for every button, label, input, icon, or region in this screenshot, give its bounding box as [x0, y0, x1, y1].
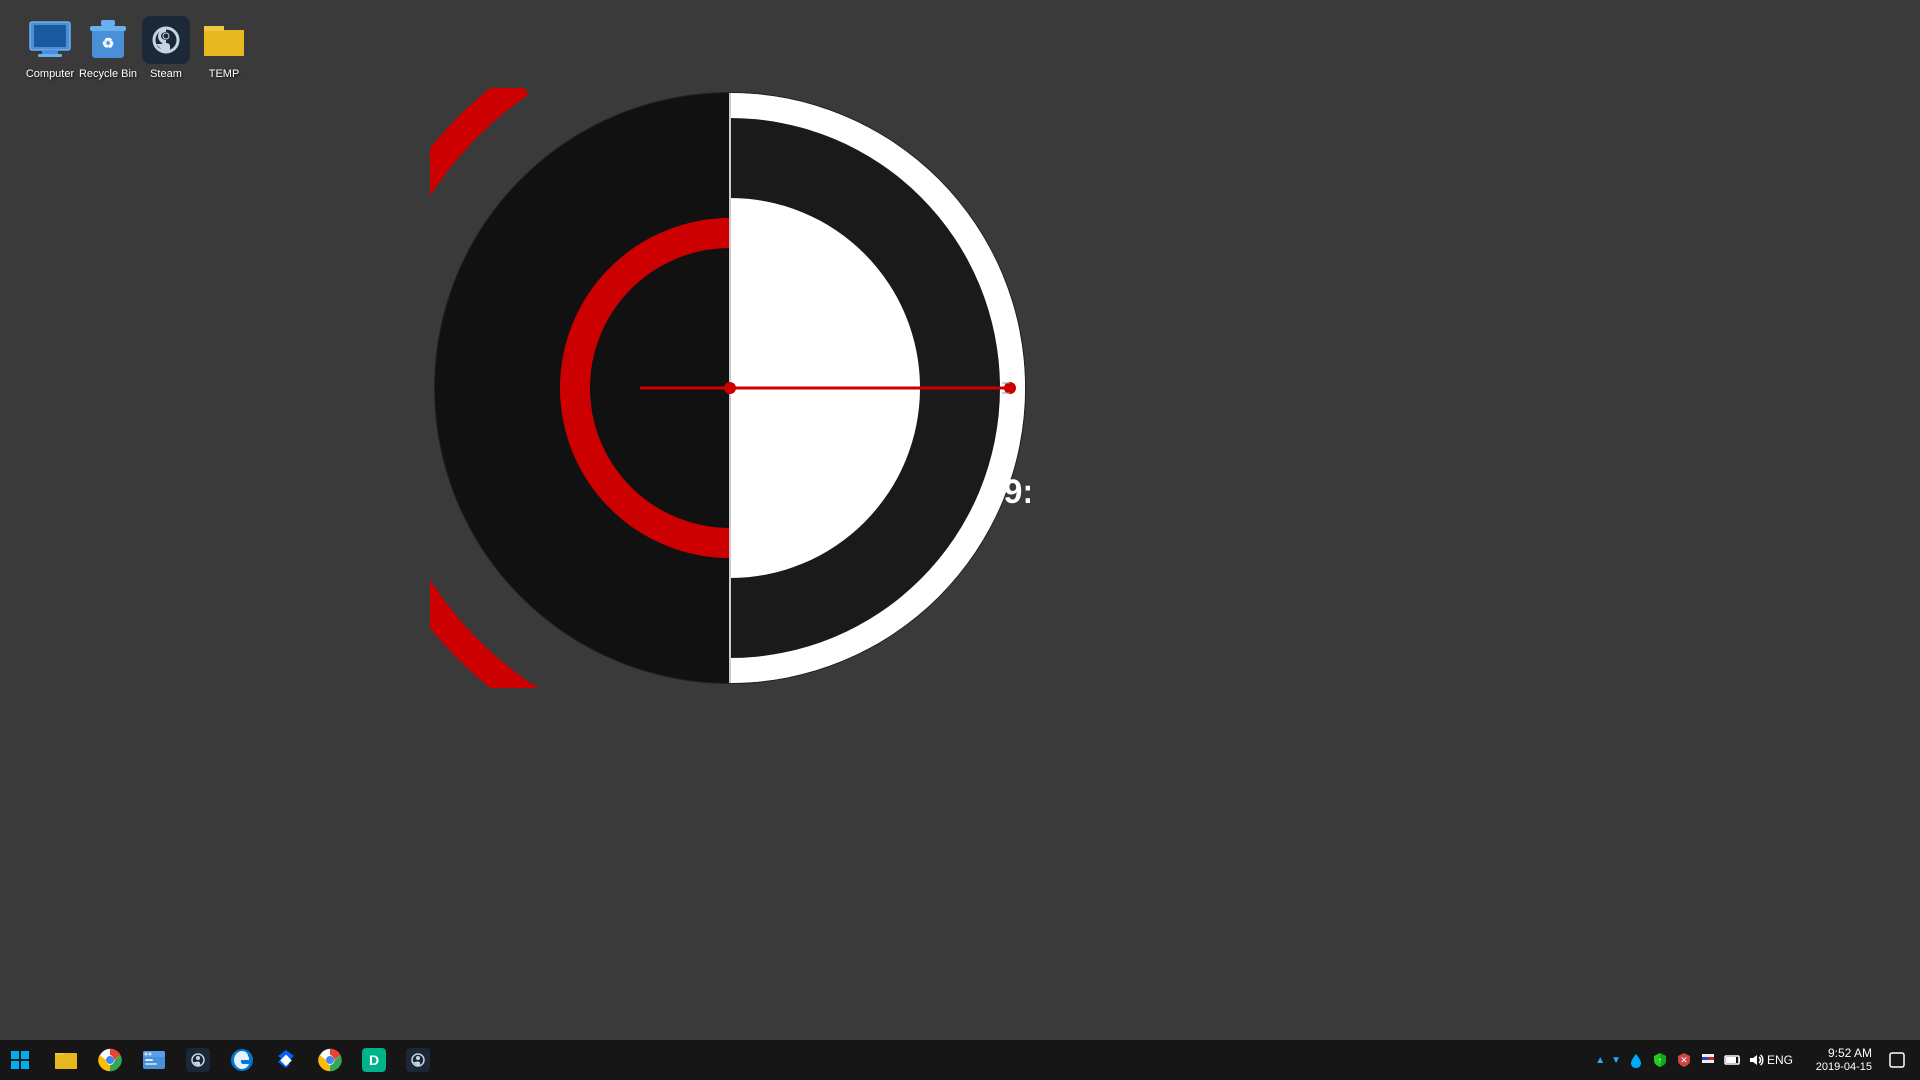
- steam-icon-label: Steam: [150, 68, 182, 81]
- taskbar-dropbox[interactable]: ◆: [264, 1040, 308, 1080]
- svg-text:17: 17: [1028, 611, 1030, 625]
- computer-icon: [26, 16, 74, 64]
- dashlane-icon: D: [362, 1048, 386, 1072]
- network-up-icon: ▲: [1592, 1055, 1608, 1066]
- language-indicator[interactable]: ENG: [1768, 1040, 1792, 1080]
- taskbar-time: 9:52 AM: [1828, 1046, 1872, 1060]
- taskbar-steam2[interactable]: [396, 1040, 440, 1080]
- taskbar-chrome[interactable]: [88, 1040, 132, 1080]
- start-button[interactable]: [0, 1040, 40, 1080]
- svg-text:D: D: [369, 1052, 379, 1068]
- notification-icon: [1889, 1052, 1905, 1068]
- network-flag-icon[interactable]: [1696, 1040, 1720, 1080]
- shield-up-icon[interactable]: ↑: [1648, 1040, 1672, 1080]
- network-down-icon: ▼: [1608, 1055, 1624, 1066]
- taskbar-file-explorer[interactable]: [44, 1040, 88, 1080]
- svg-text:◆: ◆: [280, 1051, 293, 1067]
- clock-widget: 1 9 9 1 8 9 10 11 12 7 10 50 55 55: [430, 88, 1030, 688]
- system-tray: ▲ ▼ ↑ ✕: [1592, 1040, 1920, 1080]
- temp-folder-icon: [200, 16, 248, 64]
- chrome2-icon: [318, 1048, 342, 1072]
- steam-icon: [142, 16, 190, 64]
- taskbar-edge[interactable]: [220, 1040, 264, 1080]
- chrome-icon: [98, 1048, 122, 1072]
- temp-folder-icon-label: TEMP: [209, 68, 240, 81]
- computer-icon-label: Computer: [26, 68, 74, 81]
- taskbar-chrome2[interactable]: [308, 1040, 352, 1080]
- network-activity: ▲ ▼: [1592, 1055, 1624, 1066]
- recycle-bin-icon: ♻: [84, 16, 132, 64]
- taskbar-steam[interactable]: [176, 1040, 220, 1080]
- file-explorer-icon: [54, 1048, 78, 1072]
- volume-icon[interactable]: [1744, 1040, 1768, 1080]
- taskbar-dashlane[interactable]: D: [352, 1040, 396, 1080]
- desktop: Computer ♻ Recycle Bin Steam: [0, 0, 1920, 1040]
- droplet-icon[interactable]: [1624, 1040, 1648, 1080]
- svg-text:9:52 AM: 9:52 AM: [1003, 473, 1030, 511]
- wifi-icon[interactable]: [1720, 1040, 1744, 1080]
- windows-logo-icon: [11, 1051, 29, 1069]
- windows-explorer-icon: [142, 1048, 166, 1072]
- edge-icon: [230, 1048, 254, 1072]
- desktop-icon-temp[interactable]: TEMP: [184, 10, 264, 87]
- steam2-tb-icon: [406, 1048, 430, 1072]
- notification-center[interactable]: [1882, 1040, 1912, 1080]
- dropbox-icon: ◆: [274, 1048, 298, 1072]
- steam-tb-icon: [186, 1048, 210, 1072]
- taskbar: ◆ D: [0, 1040, 1920, 1080]
- language-label: ENG: [1767, 1053, 1793, 1067]
- taskbar-windows-explorer[interactable]: [132, 1040, 176, 1080]
- svg-text:✕: ✕: [1680, 1055, 1688, 1065]
- shield-cross-icon[interactable]: ✕: [1672, 1040, 1696, 1080]
- taskbar-date: 2019-04-15: [1816, 1061, 1872, 1074]
- taskbar-icons: ◆ D: [44, 1040, 440, 1080]
- svg-text:↑: ↑: [1658, 1056, 1662, 1065]
- taskbar-clock[interactable]: 9:52 AM 2019-04-15: [1792, 1040, 1882, 1080]
- svg-text:♻: ♻: [102, 35, 115, 51]
